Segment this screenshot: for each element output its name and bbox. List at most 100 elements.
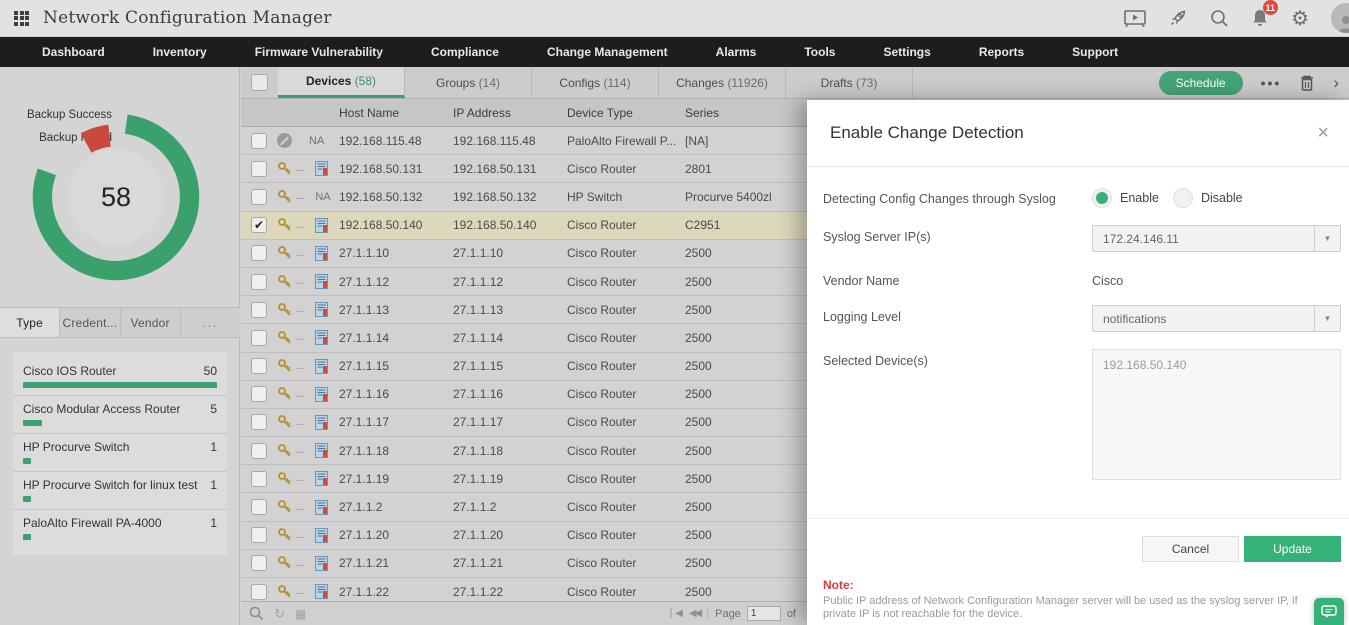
device-type-item[interactable]: PaloAlto Firewall PA-40001	[13, 510, 227, 547]
row-checkbox[interactable]	[251, 386, 267, 402]
config-file-icon[interactable]	[315, 387, 328, 402]
host-name-cell[interactable]: 192.168.50.132	[339, 190, 453, 204]
refresh-icon[interactable]: ↻	[274, 606, 285, 622]
column-chooser-icon[interactable]: ▦	[295, 607, 306, 621]
config-file-icon[interactable]	[315, 302, 328, 317]
config-file-icon[interactable]	[315, 528, 328, 543]
credentials-keys-icon[interactable]	[277, 245, 293, 261]
row-checkbox[interactable]	[251, 527, 267, 543]
host-name-cell[interactable]: 27.1.1.17	[339, 415, 453, 429]
row-checkbox[interactable]	[251, 302, 267, 318]
nav-item-tools[interactable]: Tools	[780, 37, 859, 67]
sidebar-tab-credent[interactable]: Credent...	[60, 308, 120, 337]
credentials-keys-icon[interactable]	[277, 584, 293, 600]
tab-devices[interactable]: Devices (58)	[278, 67, 405, 98]
select-all-checkbox[interactable]	[251, 74, 268, 91]
config-file-icon[interactable]	[315, 415, 328, 430]
host-name-cell[interactable]: 27.1.1.13	[339, 303, 453, 317]
disable-radio[interactable]: Disable	[1173, 188, 1243, 208]
apps-grid-icon[interactable]	[14, 11, 29, 26]
avatar[interactable]	[1331, 3, 1349, 33]
dropdown-arrow-icon[interactable]: ▼	[1314, 226, 1340, 251]
nav-item-inventory[interactable]: Inventory	[129, 37, 231, 67]
host-name-cell[interactable]: 192.168.50.131	[339, 162, 453, 176]
chevron-right-icon[interactable]: ›	[1333, 73, 1339, 93]
nav-item-support[interactable]: Support	[1048, 37, 1142, 67]
credentials-keys-icon[interactable]	[277, 358, 293, 374]
tab-configs[interactable]: Configs (114)	[532, 67, 659, 98]
nav-item-alarms[interactable]: Alarms	[692, 37, 781, 67]
row-checkbox[interactable]	[251, 274, 267, 290]
host-name-cell[interactable]: 192.168.115.48	[339, 134, 453, 148]
enable-radio[interactable]: Enable	[1092, 188, 1159, 208]
config-file-icon[interactable]	[315, 359, 328, 374]
disable-radio-dot[interactable]	[1173, 188, 1193, 208]
donut-chart[interactable]: 58	[24, 105, 208, 289]
row-checkbox[interactable]	[251, 443, 267, 459]
host-name-cell[interactable]: 192.168.50.140	[339, 218, 453, 232]
config-file-icon[interactable]	[315, 584, 328, 599]
host-name-cell[interactable]: 27.1.1.10	[339, 246, 453, 260]
rocket-icon[interactable]	[1168, 8, 1188, 28]
credentials-keys-icon[interactable]	[277, 330, 293, 346]
host-name-cell[interactable]: 27.1.1.16	[339, 387, 453, 401]
host-name-cell[interactable]: 27.1.1.12	[339, 275, 453, 289]
more-actions-button[interactable]: •••	[1261, 75, 1282, 91]
row-checkbox[interactable]	[251, 414, 267, 430]
credentials-keys-icon[interactable]	[277, 161, 293, 177]
sidebar-tab-type[interactable]: Type	[0, 308, 60, 337]
config-file-icon[interactable]	[315, 443, 328, 458]
col-device-type[interactable]: Device Type	[567, 106, 685, 120]
row-checkbox[interactable]	[251, 330, 267, 346]
device-type-item[interactable]: HP Procurve Switch for linux test1	[13, 472, 227, 510]
host-name-cell[interactable]: 27.1.1.22	[339, 585, 453, 599]
config-file-icon[interactable]	[315, 161, 328, 176]
col-host-name[interactable]: Host Name	[339, 106, 453, 120]
page-input[interactable]	[747, 606, 781, 621]
table-search-icon[interactable]	[249, 606, 264, 621]
config-file-icon[interactable]	[315, 218, 328, 233]
sidebar-tab-vendor[interactable]: Vendor	[121, 308, 181, 337]
prev-page-icon[interactable]: ◀◀	[689, 608, 700, 619]
config-file-icon[interactable]	[315, 556, 328, 571]
nav-item-change-management[interactable]: Change Management	[523, 37, 692, 67]
device-type-item[interactable]: Cisco IOS Router50	[13, 358, 227, 396]
gear-icon[interactable]: ⚙	[1291, 6, 1309, 31]
row-checkbox[interactable]: ✔	[251, 217, 267, 233]
nav-item-settings[interactable]: Settings	[859, 37, 954, 67]
row-checkbox[interactable]	[251, 245, 267, 261]
first-page-icon[interactable]: ❘◀	[667, 608, 683, 619]
row-checkbox[interactable]	[251, 471, 267, 487]
host-name-cell[interactable]: 27.1.1.2	[339, 500, 453, 514]
host-name-cell[interactable]: 27.1.1.19	[339, 472, 453, 486]
row-checkbox[interactable]	[251, 555, 267, 571]
credentials-keys-icon[interactable]	[277, 555, 293, 571]
config-file-icon[interactable]	[315, 330, 328, 345]
credentials-keys-icon[interactable]	[277, 217, 293, 233]
host-name-cell[interactable]: 27.1.1.18	[339, 444, 453, 458]
syslog-server-ip-select[interactable]: 172.24.146.11 ▼	[1092, 225, 1341, 252]
credentials-keys-icon[interactable]	[277, 414, 293, 430]
sidebar-tab-[interactable]: ...	[181, 308, 240, 337]
nav-item-firmware-vulnerability[interactable]: Firmware Vulnerability	[231, 37, 407, 67]
tab-drafts[interactable]: Drafts (73)	[786, 67, 913, 98]
row-checkbox[interactable]	[251, 189, 267, 205]
credentials-keys-icon[interactable]	[277, 189, 293, 205]
device-type-item[interactable]: HP Procurve Switch1	[13, 434, 227, 472]
chat-widget-button[interactable]	[1314, 598, 1344, 625]
cancel-button[interactable]: Cancel	[1142, 536, 1239, 562]
config-file-icon[interactable]	[315, 500, 328, 515]
selected-devices-box[interactable]: 192.168.50.140	[1092, 349, 1341, 480]
host-name-cell[interactable]: 27.1.1.15	[339, 359, 453, 373]
credentials-keys-icon[interactable]	[277, 471, 293, 487]
credentials-keys-icon[interactable]	[277, 499, 293, 515]
enable-radio-dot[interactable]	[1092, 188, 1112, 208]
schedule-button[interactable]: Schedule	[1159, 71, 1243, 95]
tab-changes[interactable]: Changes (11926)	[659, 67, 786, 98]
tab-groups[interactable]: Groups (14)	[405, 67, 532, 98]
credentials-keys-icon[interactable]	[277, 527, 293, 543]
device-type-item[interactable]: Cisco Modular Access Router5	[13, 396, 227, 434]
row-checkbox[interactable]	[251, 584, 267, 600]
search-icon[interactable]	[1210, 9, 1229, 28]
update-button[interactable]: Update	[1244, 536, 1341, 562]
